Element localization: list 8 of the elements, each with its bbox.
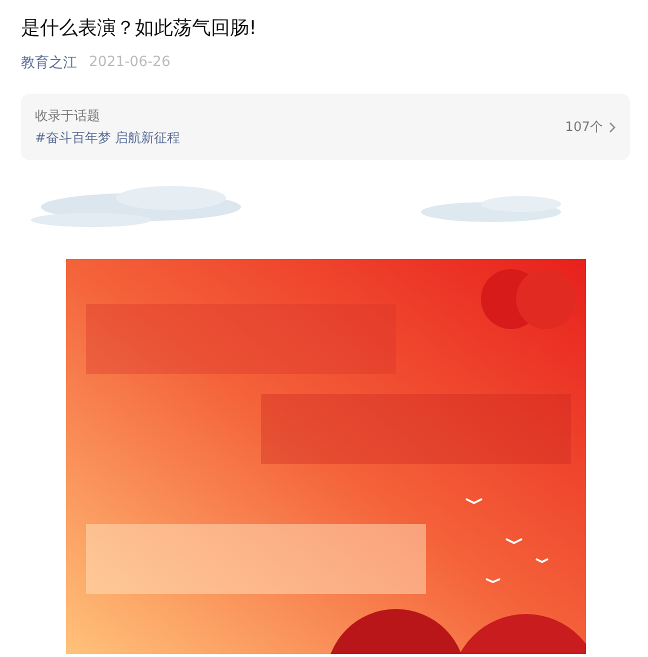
topic-card[interactable]: 收录于话题 #奋斗百年梦 启航新征程 107个 [21, 94, 630, 160]
publish-date: 2021-06-26 [89, 54, 170, 72]
topic-count: 107个 [565, 119, 603, 136]
topic-label: 收录于话题 [35, 108, 101, 125]
chevron-right-icon [609, 122, 616, 132]
article-title: 是什么表演？如此荡气回肠! [21, 16, 258, 41]
author-link[interactable]: 教育之江 [21, 54, 77, 72]
topic-tag: #奋斗百年梦 启航新征程 [35, 129, 566, 147]
